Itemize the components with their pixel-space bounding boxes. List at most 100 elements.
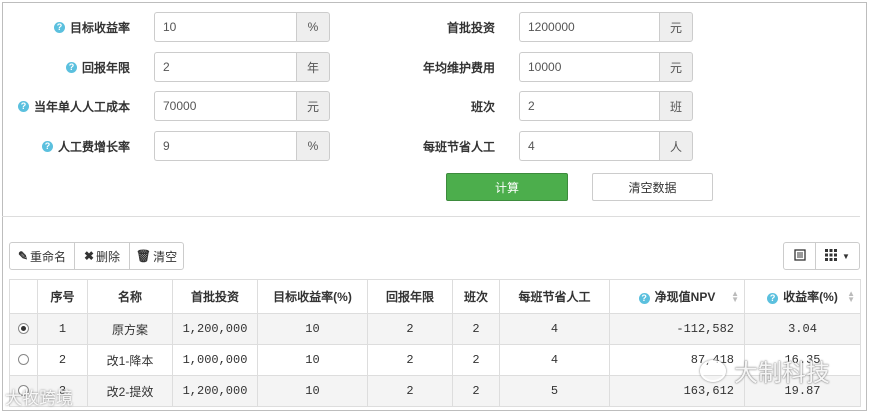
select-column-header	[9, 279, 38, 314]
table-cell: 4	[499, 313, 610, 345]
column-header[interactable]: 每班节省人工	[499, 279, 610, 314]
target-rate-input-group: %	[154, 12, 330, 42]
calculate-button[interactable]: 计算	[446, 173, 568, 201]
clear-data-button[interactable]: 清空数据	[592, 173, 713, 201]
labor-growth-label: ? 人工费增长率	[20, 138, 130, 155]
table-cell: 原方案	[87, 313, 173, 345]
clear-button[interactable]: 🗑 清空	[129, 242, 184, 270]
payback-years-input[interactable]	[154, 52, 296, 82]
watermark-left: 大牧跨境	[5, 389, 73, 409]
table-cell: -112,582	[609, 313, 745, 345]
column-header[interactable]: 序号	[37, 279, 88, 314]
delete-button[interactable]: ✖ 删除	[74, 242, 130, 270]
payback-years-input-group: 年	[154, 52, 330, 82]
labor-growth-unit: %	[296, 131, 330, 161]
saved-staff-row: 每班节省人工	[390, 131, 495, 161]
table-cell: 10	[257, 313, 368, 345]
table-cell: 4	[499, 344, 610, 376]
table-cell: 1,200,000	[172, 313, 258, 345]
initial-invest-label: 首批投资	[446, 20, 495, 35]
table-cell: 2	[367, 344, 453, 376]
payback-years-label: ? 回报年限	[20, 59, 130, 76]
saved-staff-unit: 人	[659, 131, 693, 161]
sort-icon[interactable]: ▲ ▼	[847, 290, 855, 304]
row-select-cell	[9, 344, 38, 376]
target-rate-label: ? 目标收益率	[20, 19, 130, 36]
labor-cost-label: ? 当年单人人工成本	[10, 98, 130, 115]
table-cell: 1,000,000	[172, 344, 258, 376]
shifts-label: 班次	[470, 99, 495, 114]
trash-icon: 🗑	[135, 249, 152, 263]
labor-cost-unit: 元	[296, 91, 330, 121]
sort-icon[interactable]: ▲ ▼	[731, 290, 739, 304]
table-cell: 3.04	[744, 313, 861, 345]
table-cell: 改1-降本	[87, 344, 173, 376]
initial-invest-input-group: 元	[519, 12, 693, 42]
wechat-icon	[700, 359, 726, 382]
target-rate-row: ? 目标收益率	[20, 12, 130, 42]
table-cell: 2	[452, 313, 500, 345]
section-divider	[2, 216, 860, 217]
help-icon[interactable]: ?	[53, 21, 65, 33]
payback-years-unit: 年	[296, 52, 330, 82]
help-icon[interactable]: ?	[767, 293, 779, 304]
initial-invest-input[interactable]	[519, 12, 659, 42]
shifts-input-group: 班	[519, 91, 693, 121]
maintenance-unit: 元	[659, 52, 693, 82]
rename-button[interactable]: ✎ 重命名	[9, 242, 75, 270]
table-cell: 2	[452, 344, 500, 376]
labor-cost-row: ? 当年单人人工成本	[10, 91, 130, 121]
labor-growth-input[interactable]	[154, 131, 296, 161]
watermark-right: 大制科技	[700, 353, 830, 388]
edit-icon: ✎	[17, 249, 29, 263]
maintenance-row: 年均维护费用	[390, 52, 495, 82]
help-icon[interactable]: ?	[65, 61, 77, 73]
table-cell: 10	[257, 375, 368, 407]
initial-invest-unit: 元	[659, 12, 693, 42]
shifts-row: 班次	[390, 91, 495, 121]
row-radio[interactable]	[18, 354, 29, 366]
labor-growth-row: ? 人工费增长率	[20, 131, 130, 161]
npv-column-header[interactable]: ? 净现值NPV ▲ ▼	[609, 279, 745, 314]
table-cell: 2	[452, 375, 500, 407]
maintenance-input[interactable]	[519, 52, 659, 82]
maintenance-input-group: 元	[519, 52, 693, 82]
column-header[interactable]: 名称	[87, 279, 173, 314]
help-icon[interactable]: ?	[638, 293, 650, 304]
column-header[interactable]: 班次	[452, 279, 500, 314]
maintenance-label: 年均维护费用	[422, 60, 495, 75]
shifts-unit: 班	[659, 91, 693, 121]
table-cell: 2	[367, 313, 453, 345]
row-select-cell	[9, 313, 38, 345]
help-icon[interactable]: ?	[41, 140, 53, 152]
row-radio[interactable]	[18, 323, 29, 335]
column-header[interactable]: 回报年限	[367, 279, 453, 314]
table-cell: 2	[367, 375, 453, 407]
table-cell: 10	[257, 344, 368, 376]
table-row[interactable]: 1 原方案 1,200,000 10 2 2 4 -112,582 3.04	[9, 313, 861, 345]
table-header-row: 序号 名称 首批投资 目标收益率(%) 回报年限 班次 每班节省人工 ? 净现值N…	[9, 279, 861, 314]
table-cell: 2	[37, 344, 88, 376]
help-icon[interactable]: ?	[17, 100, 29, 112]
grid-icon	[825, 248, 838, 264]
table-cell: 改2-提效	[87, 375, 173, 407]
table-cell: 5	[499, 375, 610, 407]
labor-growth-input-group: %	[154, 131, 330, 161]
delete-x-icon: ✖	[83, 249, 95, 263]
list-view-icon	[793, 248, 806, 264]
target-rate-input[interactable]	[154, 12, 296, 42]
column-header[interactable]: 首批投资	[172, 279, 258, 314]
column-header[interactable]: 目标收益率(%)	[257, 279, 368, 314]
list-view-button[interactable]	[783, 242, 816, 270]
table-cell: 1	[37, 313, 88, 345]
payback-row: ? 回报年限	[20, 52, 130, 82]
target-rate-unit: %	[296, 12, 330, 42]
initial-invest-row: 首批投资	[390, 12, 495, 42]
saved-staff-input[interactable]	[519, 131, 659, 161]
caret-down-icon: ▼	[842, 251, 850, 261]
labor-cost-input[interactable]	[154, 91, 296, 121]
columns-dropdown-button[interactable]: ▼	[815, 242, 860, 270]
return-rate-column-header[interactable]: ? 收益率(%) ▲ ▼	[744, 279, 861, 314]
shifts-input[interactable]	[519, 91, 659, 121]
labor-cost-input-group: 元	[154, 91, 330, 121]
